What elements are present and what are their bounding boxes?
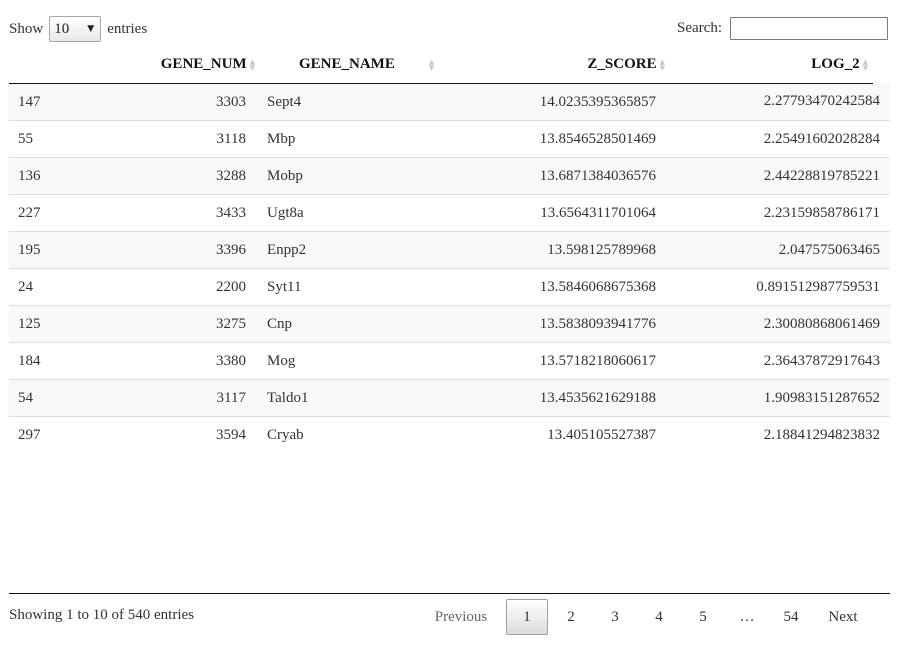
cell-gene-num: 3288 (87, 157, 256, 195)
table-row[interactable]: 227 3433 Ugt8a 13.6564311701064 2.231598… (9, 194, 890, 232)
show-label: Show (9, 20, 44, 37)
cell-gene-name: Cryab (256, 416, 436, 453)
cell-gene-num: 3118 (87, 120, 256, 158)
cell-index: 227 (9, 194, 87, 232)
page-button-4[interactable]: 4 (637, 599, 681, 635)
cell-index: 125 (9, 305, 87, 343)
cell-z-score: 13.405105527387 (436, 416, 666, 453)
cell-log-2: 2.23159858786171 (666, 194, 890, 232)
cell-index: 136 (9, 157, 87, 195)
chevron-down-icon: ▼ (87, 24, 95, 34)
column-header-log-2[interactable]: LOG_2 ▲ ▼ (666, 46, 890, 84)
cell-gene-num: 2200 (87, 268, 256, 306)
cell-log-2: 2.25491602028284 (666, 120, 890, 158)
sort-icon: ▲ ▼ (659, 57, 665, 72)
cell-z-score: 13.5718218060617 (436, 342, 666, 380)
table-row[interactable]: 125 3275 Cnp 13.5838093941776 2.30080868… (9, 305, 890, 343)
cell-z-score: 13.6564311701064 (436, 194, 666, 232)
table-row[interactable]: 297 3594 Cryab 13.405105527387 2.1884129… (9, 416, 890, 453)
table-row[interactable]: 147 3303 Sept4 14.0235395365857 2.277934… (9, 83, 890, 121)
cell-index: 54 (9, 379, 87, 417)
cell-z-score: 13.5846068675368 (436, 268, 666, 306)
cell-log-2: 2.30080868061469 (666, 305, 890, 343)
next-page-button[interactable]: Next (813, 599, 873, 635)
table-row[interactable]: 195 3396 Enpp2 13.598125789968 2.0475750… (9, 231, 890, 269)
cell-log-2: 2.27793470242584 (666, 83, 890, 121)
table-row[interactable]: 24 2200 Syt11 13.5846068675368 0.8915129… (9, 268, 890, 306)
cell-index: 55 (9, 120, 87, 158)
cell-gene-name: Taldo1 (256, 379, 436, 417)
table-row[interactable]: 55 3118 Mbp 13.8546528501469 2.254916020… (9, 120, 890, 158)
cell-index: 24 (9, 268, 87, 306)
cell-z-score: 13.598125789968 (436, 231, 666, 269)
page-button-2[interactable]: 2 (549, 599, 593, 635)
cell-gene-name: Enpp2 (256, 231, 436, 269)
column-label: LOG_2 (811, 56, 860, 73)
column-label: Z_SCORE (587, 56, 657, 72)
cell-log-2: 2.18841294823832 (666, 416, 890, 453)
table-row[interactable]: 136 3288 Mobp 13.6871384036576 2.4422881… (9, 157, 890, 195)
page-button-54[interactable]: 54 (769, 599, 813, 635)
cell-z-score: 13.5838093941776 (436, 305, 666, 343)
cell-gene-name: Sept4 (256, 83, 436, 121)
cell-gene-name: Ugt8a (256, 194, 436, 232)
cell-gene-num: 3275 (87, 305, 256, 343)
column-label: GENE_NUM (160, 56, 247, 72)
cell-gene-name: Mbp (256, 120, 436, 158)
cell-z-score: 14.0235395365857 (436, 83, 666, 121)
cell-log-2: 0.891512987759531 (666, 268, 890, 306)
table-header: GENE_NUM ▲ ▼ GENE_NAME ▲ ▼ Z_SCORE ▲ ▼ LOG_2 ▲ ▼ (9, 46, 890, 84)
cell-log-2: 2.36437872917643 (666, 342, 890, 380)
entries-per-page-value: 10 (54, 20, 70, 37)
column-header-gene-name[interactable]: GENE_NAME ▲ ▼ (256, 46, 436, 84)
cell-gene-num: 3433 (87, 194, 256, 232)
cell-z-score: 13.8546528501469 (436, 120, 666, 158)
cell-z-score: 13.4535621629188 (436, 379, 666, 417)
search-control: Search: (677, 16, 888, 40)
table-bottom-divider (9, 593, 890, 594)
pagination-ellipsis: … (739, 608, 755, 625)
sort-icon: ▲ ▼ (862, 57, 868, 72)
length-control: Show 10 ▼ entries (9, 16, 147, 42)
table-body: 147 3303 Sept4 14.0235395365857 2.277934… (9, 83, 890, 453)
column-header-z-score[interactable]: Z_SCORE ▲ ▼ (436, 46, 666, 84)
column-label: GENE_NAME (299, 56, 395, 72)
table-info: Showing 1 to 10 of 540 entries (9, 607, 194, 623)
cell-gene-name: Cnp (256, 305, 436, 343)
cell-gene-num: 3396 (87, 231, 256, 269)
cell-index: 195 (9, 231, 87, 269)
page-button-1[interactable]: 1 (506, 599, 548, 635)
cell-index: 297 (9, 416, 87, 453)
column-header-index[interactable] (9, 46, 87, 84)
sort-icon: ▲ ▼ (249, 57, 255, 72)
entries-label: entries (107, 20, 148, 37)
pagination: Previous 1 2 3 4 5 … 54 Next (422, 599, 873, 635)
entries-per-page-select[interactable]: 10 ▼ (49, 16, 102, 42)
page-button-3[interactable]: 3 (593, 599, 637, 635)
cell-gene-name: Mog (256, 342, 436, 380)
cell-gene-name: Mobp (256, 157, 436, 195)
cell-gene-name: Syt11 (256, 268, 436, 306)
column-header-gene-num[interactable]: GENE_NUM ▲ ▼ (87, 46, 256, 84)
page-button-5[interactable]: 5 (681, 599, 725, 635)
table-row[interactable]: 184 3380 Mog 13.5718218060617 2.36437872… (9, 342, 890, 380)
cell-log-2: 2.047575063465 (666, 231, 890, 269)
cell-gene-num: 3303 (87, 83, 256, 121)
search-label: Search: (677, 19, 722, 36)
cell-gene-num: 3117 (87, 379, 256, 417)
cell-gene-num: 3594 (87, 416, 256, 453)
cell-index: 147 (9, 83, 87, 121)
cell-gene-num: 3380 (87, 342, 256, 380)
cell-index: 184 (9, 342, 87, 380)
previous-page-button[interactable]: Previous (422, 599, 500, 635)
sort-icon: ▲ ▼ (428, 57, 435, 72)
cell-z-score: 13.6871384036576 (436, 157, 666, 195)
table-row[interactable]: 54 3117 Taldo1 13.4535621629188 1.909831… (9, 379, 890, 417)
data-table: GENE_NUM ▲ ▼ GENE_NAME ▲ ▼ Z_SCORE ▲ ▼ LOG_2 ▲ ▼… (9, 46, 890, 453)
cell-log-2: 1.90983151287652 (666, 379, 890, 417)
search-input[interactable] (730, 16, 888, 40)
cell-log-2: 2.44228819785221 (666, 157, 890, 195)
